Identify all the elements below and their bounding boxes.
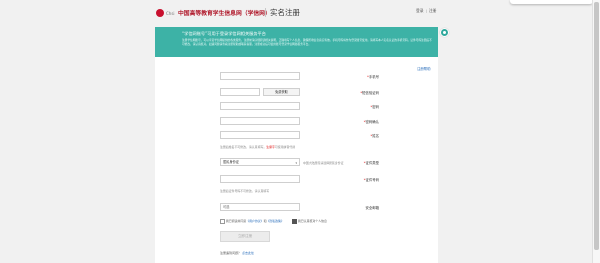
bottom-help-link[interactable]: 点击此处	[242, 251, 254, 255]
bottom-note: 注册遇到问题？ 点击此处	[220, 251, 254, 255]
name-input[interactable]	[220, 131, 300, 139]
name-label: *姓名	[370, 134, 379, 138]
id-type-select[interactable]: 居民身份证 ▾	[220, 158, 300, 166]
scrollbar-thumb[interactable]	[594, 2, 599, 250]
password-label: *密码	[370, 105, 379, 109]
id-number-hint: 注册后证件号码不可修改，请认真填写	[220, 189, 270, 193]
id-type-hint: 中国大陆居民请选择居民身份证	[303, 161, 344, 165]
confirm-checkbox[interactable]	[292, 219, 297, 224]
logo-text: Chsi	[166, 11, 175, 16]
password-confirm-input[interactable]	[220, 117, 300, 125]
id-number-label: *证件号码	[363, 178, 379, 182]
registration-card: “学信网账号”可用于登录学信网相关服务平台 注册学信网账号，可以享受学信网提供的…	[155, 27, 438, 263]
chevron-down-icon: ▾	[295, 161, 297, 165]
notice-body: 注册学信网账号，可以享受学信网提供的各类服务。注册前请仔细阅读相关说明，正确填写…	[182, 38, 432, 47]
help-link[interactable]: 注册帮助	[417, 66, 431, 71]
agreement-text: 我已阅读并同意《用户协议》和《隐私政策》	[226, 219, 284, 223]
notice-banner: “学信网账号”可用于登录学信网相关服务平台 注册学信网账号，可以享受学信网提供的…	[155, 27, 438, 57]
id-type-label: *证件类型	[363, 161, 379, 165]
register-link[interactable]: 注册	[429, 8, 437, 13]
service-badge-icon[interactable]	[440, 28, 449, 37]
top-links: 登录 | 注册	[416, 8, 437, 13]
id-type-selected: 居民身份证	[223, 160, 239, 164]
name-hint: 注册后姓名不可修改，请认真填写。生僻字可使用拼音代替	[220, 145, 296, 149]
get-code-button[interactable]: 免费获取	[263, 88, 300, 96]
security-label: 安全邮箱	[365, 206, 379, 210]
logo-icon	[156, 9, 164, 17]
login-link[interactable]: 登录	[416, 8, 424, 13]
mobile-input[interactable]	[220, 72, 300, 80]
user-agreement-link[interactable]: 《用户协议》	[246, 219, 263, 223]
notice-title: “学信网账号”可用于登录学信网相关服务平台	[182, 31, 266, 36]
agreement-checkbox[interactable]	[220, 219, 225, 224]
submit-button[interactable]: 立即注册	[220, 231, 270, 242]
sms-code-label: *短信验证码	[360, 91, 379, 95]
header-divider	[265, 8, 266, 17]
password-input[interactable]	[220, 102, 300, 110]
site-header: Chsi 中国高等教育学生信息网（学信网） 实名注册 登录 | 注册	[0, 0, 593, 28]
security-input[interactable]: 可选	[220, 203, 300, 211]
mobile-label: *手机号	[367, 75, 379, 79]
privacy-policy-link[interactable]: 《隐私政策》	[266, 219, 283, 223]
sms-code-input[interactable]	[220, 88, 260, 96]
confirm-text: 我已认真核对个人信息	[298, 219, 327, 223]
scrollbar[interactable]	[592, 0, 600, 263]
id-number-input[interactable]	[220, 175, 300, 183]
page-title: 实名注册	[270, 8, 300, 17]
site-name[interactable]: 中国高等教育学生信息网（学信网）	[178, 8, 271, 17]
password-confirm-label: *密码确认	[363, 120, 379, 124]
